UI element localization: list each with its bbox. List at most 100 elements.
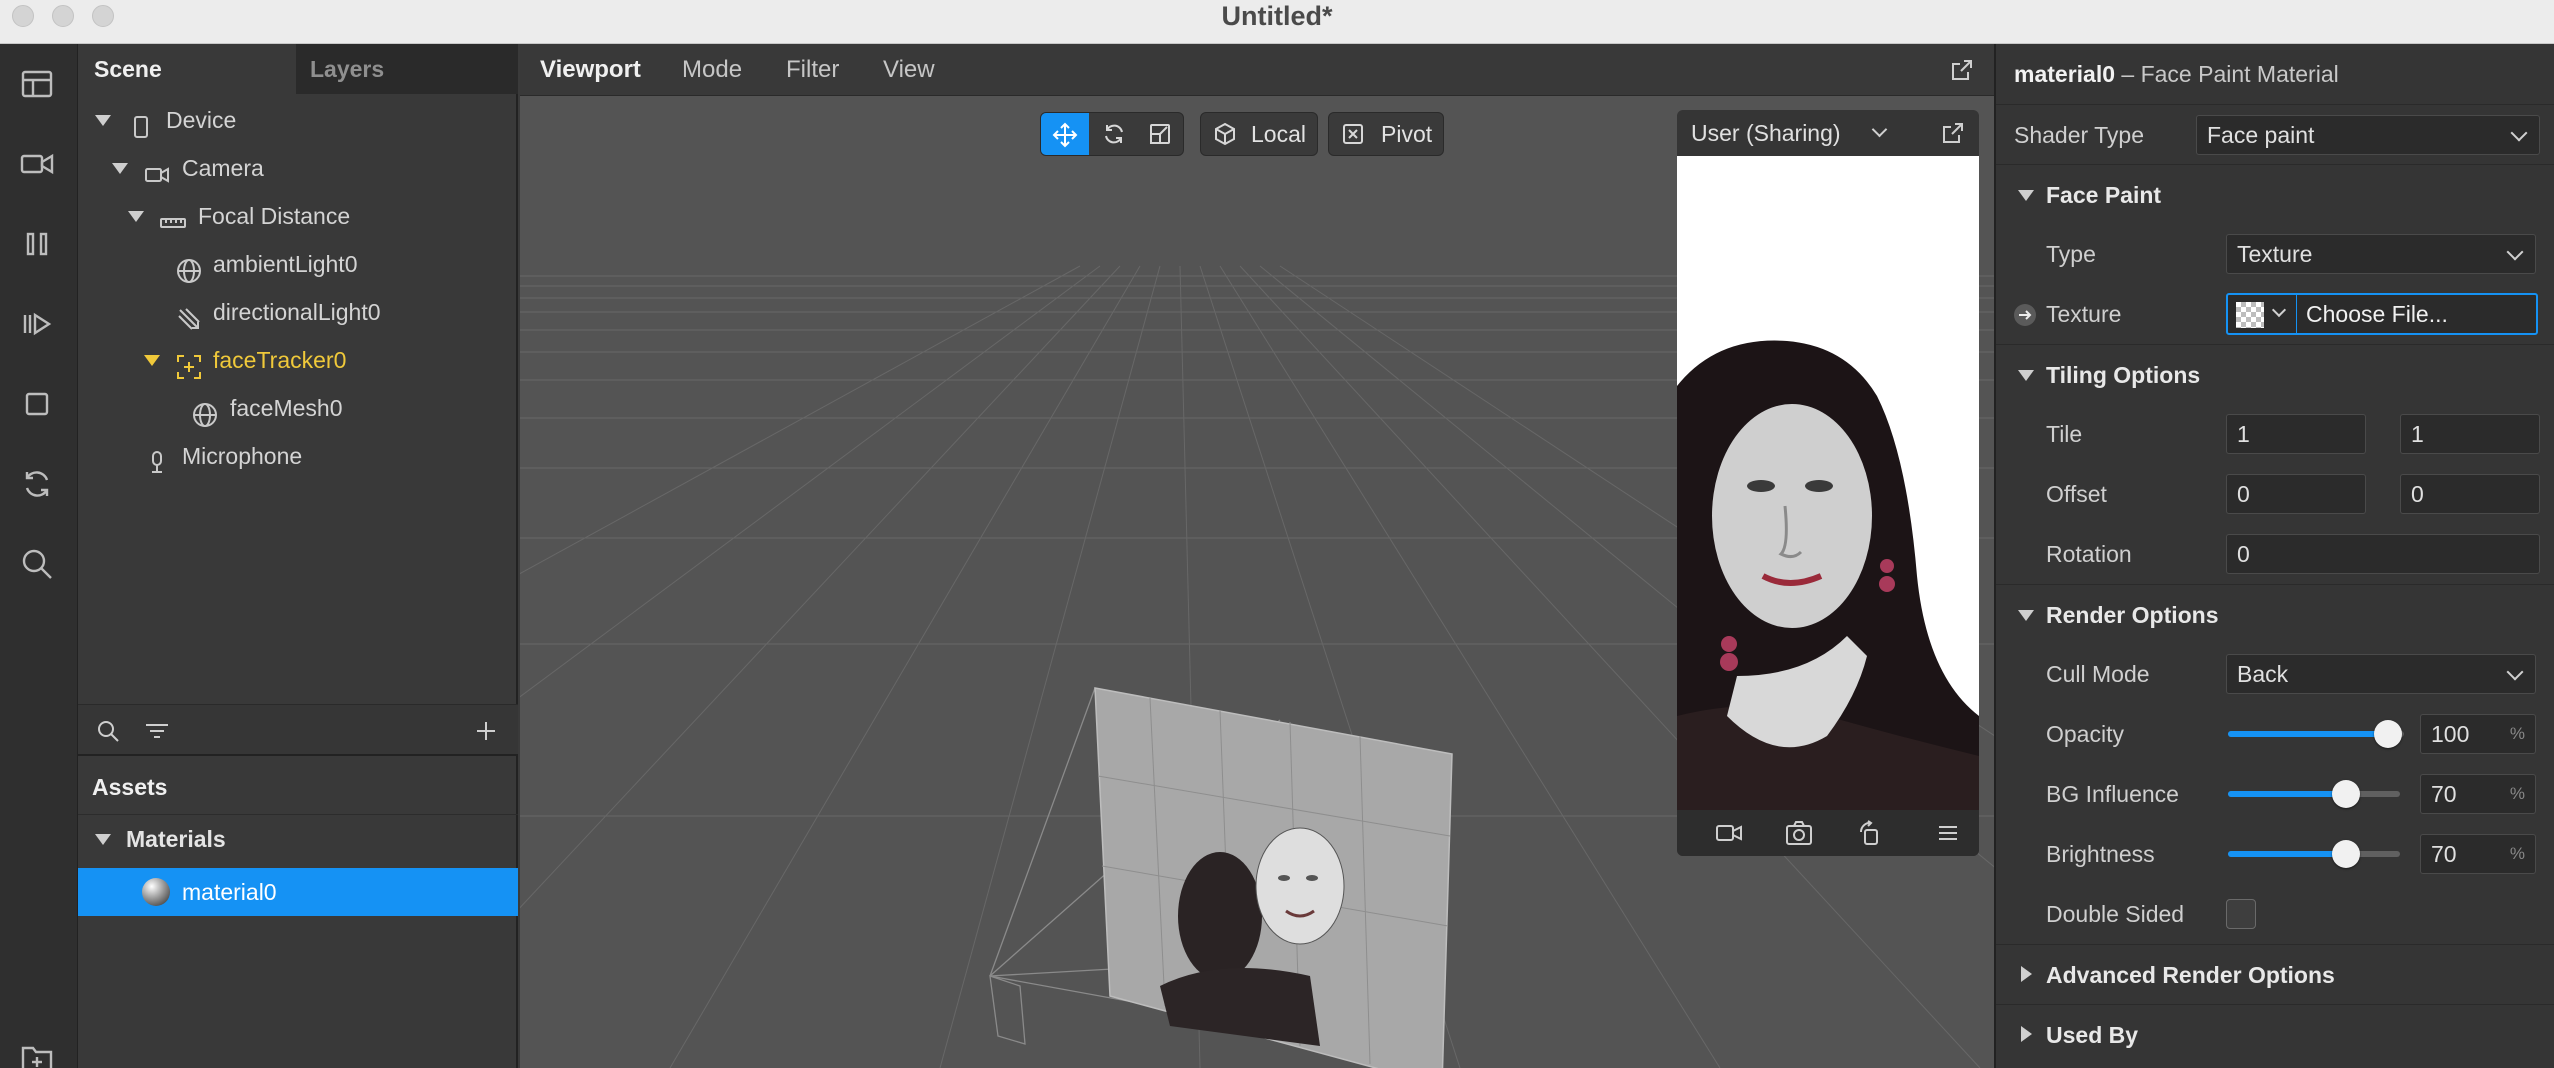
tab-layers[interactable]: Layers (296, 44, 518, 94)
offset-x-input[interactable]: 0 (2226, 474, 2366, 514)
assets-header: Assets (92, 774, 168, 800)
menu-filter[interactable]: Filter (786, 44, 839, 96)
move-tool-button[interactable] (1041, 113, 1089, 155)
local-button[interactable]: Local (1200, 112, 1318, 156)
menu-mode[interactable]: Mode (682, 44, 742, 96)
chevron-down-icon[interactable] (2271, 302, 2287, 318)
section-advanced-render-options[interactable]: Advanced Render Options (1996, 944, 2554, 1004)
switch-camera-icon[interactable] (1785, 820, 1813, 852)
microphone-icon (144, 444, 170, 473)
rotation-row: Rotation 0 (1996, 524, 2554, 584)
video-camera-icon[interactable] (17, 144, 57, 184)
material-sphere-icon (142, 878, 170, 906)
filter-icon[interactable] (144, 719, 170, 749)
rotation-label: Rotation (2046, 541, 2132, 567)
pop-out-icon[interactable] (1950, 58, 1974, 88)
menu-icon[interactable] (1937, 822, 1959, 850)
slider-knob[interactable] (2374, 720, 2402, 748)
brightness-input[interactable]: 70 % (2420, 834, 2536, 874)
viewport[interactable]: Viewport Mode Filter View Local Pivot Us… (520, 44, 1994, 1068)
expand-arrow-icon[interactable] (95, 115, 111, 126)
expand-arrow-icon (2021, 966, 2032, 982)
expand-arrow-icon[interactable] (128, 211, 144, 222)
shader-type-value: Face paint (2207, 122, 2315, 148)
type-select[interactable]: Texture (2226, 234, 2536, 274)
tree-item-device[interactable]: Device (78, 96, 518, 144)
opacity-input[interactable]: 100 % (2420, 714, 2536, 754)
pause-icon[interactable] (17, 224, 57, 264)
asset-item-material[interactable]: material0 (78, 868, 518, 916)
section-render-options[interactable]: Render Options (1996, 584, 2554, 644)
texture-thumbnail-icon[interactable] (2236, 302, 2264, 328)
section-used-by[interactable]: Used By (1996, 1004, 2554, 1064)
expand-arrow-icon[interactable] (112, 163, 128, 174)
menu-viewport[interactable]: Viewport (540, 44, 641, 96)
opacity-slider[interactable] (2228, 720, 2404, 748)
step-play-icon[interactable] (17, 304, 57, 344)
pivot-icon (1343, 124, 1363, 144)
directional-light-icon (176, 300, 202, 330)
section-face-paint[interactable]: Face Paint (1996, 164, 2554, 224)
chevron-down-icon[interactable] (1871, 121, 1888, 138)
brightness-slider[interactable] (2228, 840, 2400, 868)
texture-label: Texture (2046, 301, 2122, 327)
tile-x-input[interactable]: 1 (2226, 414, 2366, 454)
stop-icon[interactable] (17, 384, 57, 424)
tree-item-face-mesh[interactable]: faceMesh0 (78, 384, 518, 432)
divider (2296, 295, 2297, 333)
cull-mode-value: Back (2237, 661, 2289, 687)
assets-group-materials[interactable]: Materials (78, 814, 518, 862)
pivot-button[interactable]: Pivot (1328, 112, 1444, 156)
section-tiling-options[interactable]: Tiling Options (1996, 344, 2554, 404)
scale-tool-button[interactable] (1137, 113, 1183, 155)
search-icon[interactable] (17, 544, 57, 584)
pop-out-icon[interactable] (1941, 121, 1965, 151)
bg-influence-slider[interactable] (2228, 780, 2400, 808)
double-sided-checkbox[interactable] (2226, 899, 2256, 929)
cull-mode-select[interactable]: Back (2226, 654, 2536, 694)
expand-arrow-icon[interactable] (144, 355, 160, 366)
rotate-device-icon[interactable] (1857, 820, 1883, 852)
tab-scene[interactable]: Scene (78, 44, 296, 94)
scene-panel: Scene Layers Device Camera Focal Distanc… (78, 44, 518, 1068)
rotate-tool-button[interactable] (1091, 113, 1137, 155)
expand-arrow-icon[interactable] (95, 834, 111, 845)
choose-file-button[interactable]: Choose File... (2306, 295, 2448, 333)
offset-y-input[interactable]: 0 (2400, 474, 2540, 514)
tile-row: Tile 1 1 (1996, 404, 2554, 464)
add-object-icon[interactable] (474, 719, 498, 749)
tree-item-directional-light[interactable]: directionalLight0 (78, 288, 518, 336)
add-folder-icon[interactable] (17, 1034, 57, 1068)
type-row: Type Texture (1996, 224, 2554, 284)
tile-y-input[interactable]: 1 (2400, 414, 2540, 454)
bg-influence-input[interactable]: 70 % (2420, 774, 2536, 814)
search-icon[interactable] (96, 719, 120, 749)
shader-type-row: Shader Type Face paint (1996, 104, 2554, 164)
shader-type-select[interactable]: Face paint (2196, 115, 2540, 155)
connect-arrow-icon[interactable] (2014, 304, 2036, 326)
slider-knob[interactable] (2332, 780, 2360, 808)
texture-picker[interactable]: Choose File... (2226, 293, 2538, 335)
bg-influence-value: 70 (2431, 781, 2457, 807)
tree-item-microphone[interactable]: Microphone (78, 432, 518, 480)
video-camera-icon[interactable] (1715, 821, 1743, 851)
tree-label: directionalLight0 (213, 299, 381, 325)
cube-icon (1215, 122, 1235, 146)
ruler-icon (160, 204, 186, 230)
opacity-label: Opacity (2046, 721, 2124, 747)
scene-toolbar (78, 704, 518, 756)
globe-icon (192, 396, 218, 427)
tree-item-ambient-light[interactable]: ambientLight0 (78, 240, 518, 288)
menu-view[interactable]: View (883, 44, 935, 96)
tree-item-focal-distance[interactable]: Focal Distance (78, 192, 518, 240)
tree-item-face-tracker[interactable]: faceTracker0 (78, 336, 518, 384)
refresh-icon[interactable] (17, 464, 57, 504)
preview-device-select[interactable]: User (Sharing) (1691, 110, 1841, 156)
pivot-label: Pivot (1381, 121, 1433, 147)
brightness-label: Brightness (2046, 841, 2155, 867)
layout-icon[interactable] (17, 64, 57, 104)
tree-item-camera[interactable]: Camera (78, 144, 518, 192)
rotation-input[interactable]: 0 (2226, 534, 2540, 574)
tree-label: Device (166, 107, 237, 133)
slider-knob[interactable] (2332, 840, 2360, 868)
